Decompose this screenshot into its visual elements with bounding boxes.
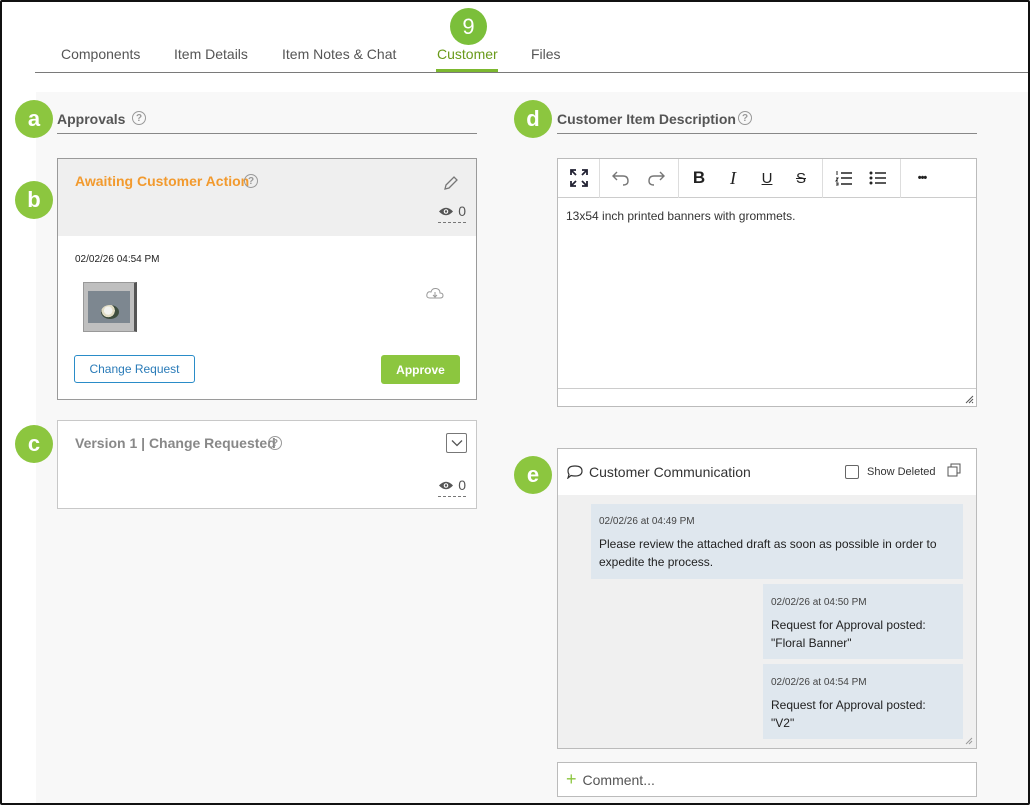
undo-button[interactable] — [611, 168, 631, 188]
callout-badge-d: d — [514, 100, 552, 138]
toolbar-separator — [822, 159, 823, 198]
approval-status-help-icon[interactable]: ? — [244, 174, 258, 188]
tab-files[interactable]: Files — [531, 46, 561, 62]
popout-window-icon[interactable] — [947, 463, 961, 477]
approvals-divider — [57, 133, 477, 134]
message-time: 02/02/26 at 04:50 PM — [771, 597, 867, 608]
view-count: 0 — [438, 203, 466, 223]
communication-header: Customer Communication Show Deleted — [558, 449, 976, 495]
comment-placeholder: Comment... — [582, 771, 655, 788]
approval-card-header: Awaiting Customer Action ? 0 — [58, 159, 476, 236]
ordered-list-button[interactable] — [834, 168, 854, 188]
description-editor: B I U S ••• 13x54 inch printed banners w… — [557, 158, 977, 407]
proof-thumbnail[interactable] — [83, 282, 137, 332]
version-view-count: 0 — [438, 477, 466, 497]
customer-communication-panel: Customer Communication Show Deleted 02/0… — [557, 448, 977, 749]
callout-badge-b: b — [15, 181, 53, 219]
resize-handle-icon[interactable] — [964, 736, 973, 745]
approval-status: Awaiting Customer Action — [75, 173, 250, 189]
description-help-icon[interactable]: ? — [738, 111, 752, 125]
toolbar-separator — [678, 159, 679, 198]
description-title: Customer Item Description — [557, 111, 736, 127]
redo-icon — [648, 171, 665, 186]
comment-input[interactable]: + Comment... — [557, 762, 977, 797]
ordered-list-icon — [835, 171, 852, 186]
message-text-line: Please review the attached draft as soon… — [599, 537, 937, 551]
message-bubble: 02/02/26 at 04:49 PM Please review the a… — [591, 504, 963, 579]
approval-timestamp: 02/02/26 04:54 PM — [75, 254, 160, 265]
underline-button[interactable]: U — [757, 168, 777, 188]
expand-toggle[interactable] — [446, 433, 467, 453]
active-tab-indicator — [436, 69, 498, 72]
redo-button[interactable] — [646, 168, 666, 188]
toolbar-separator — [599, 159, 600, 198]
cloud-download-icon[interactable] — [426, 287, 444, 301]
editor-toolbar: B I U S ••• — [558, 159, 976, 198]
editor-statusbar — [558, 388, 976, 406]
message-time: 02/02/26 at 04:49 PM — [599, 516, 695, 527]
show-deleted-label: Show Deleted — [867, 466, 936, 478]
approval-card-current: Awaiting Customer Action ? 0 02/02/26 04… — [57, 158, 477, 400]
bulleted-list-icon — [869, 171, 886, 185]
tab-components[interactable]: Components — [61, 46, 140, 62]
add-comment-plus-icon: + — [566, 769, 577, 789]
message-text-line: Request for Approval posted: — [771, 618, 926, 632]
italic-button[interactable]: I — [723, 168, 743, 188]
bulleted-list-button[interactable] — [868, 168, 888, 188]
edit-pencil-icon[interactable] — [441, 173, 461, 193]
bold-button[interactable]: B — [689, 168, 709, 188]
version-view-count-value: 0 — [458, 477, 466, 493]
version-title: Version 1 | Change Requested — [75, 435, 276, 451]
callout-badge-a: a — [15, 100, 53, 138]
show-deleted-toggle: Show Deleted — [845, 465, 936, 479]
chevron-down-icon — [451, 440, 462, 447]
tab-item-details[interactable]: Item Details — [174, 46, 248, 62]
chat-bubble-icon — [567, 465, 583, 479]
tab-bar: Components Item Details Item Notes & Cha… — [35, 0, 1028, 73]
eye-icon — [439, 481, 454, 489]
approve-button[interactable]: Approve — [381, 355, 460, 384]
show-deleted-checkbox[interactable] — [845, 465, 859, 479]
step-badge: 9 — [450, 8, 487, 45]
message-bubble: 02/02/26 at 04:50 PM Request for Approva… — [763, 584, 963, 659]
approvals-title: Approvals — [57, 111, 126, 127]
message-text-line: expedite the process. — [599, 555, 714, 569]
resize-handle-icon[interactable] — [964, 394, 974, 404]
toolbar-separator — [900, 159, 901, 198]
approval-card-version-1: Version 1 | Change Requested ? 0 — [57, 420, 477, 509]
floral-image — [101, 305, 119, 319]
message-text-line: Request for Approval posted: — [771, 698, 926, 712]
message-text-line: "Floral Banner" — [771, 636, 852, 650]
strikethrough-button[interactable]: S — [791, 168, 811, 188]
description-divider — [557, 133, 977, 134]
change-request-button[interactable]: Change Request — [74, 355, 195, 383]
version-help-icon[interactable]: ? — [268, 436, 282, 450]
view-count-value: 0 — [458, 203, 466, 219]
description-text[interactable]: 13x54 inch printed banners with grommets… — [566, 209, 795, 223]
message-text-line: "V2" — [771, 716, 795, 730]
message-time: 02/02/26 at 04:54 PM — [771, 677, 867, 688]
message-bubble: 02/02/26 at 04:54 PM Request for Approva… — [763, 664, 963, 739]
fullscreen-icon — [570, 169, 588, 187]
proof-thumbnail-image — [88, 291, 130, 323]
fullscreen-button[interactable] — [569, 168, 589, 188]
more-options-button[interactable]: ••• — [912, 168, 932, 188]
callout-badge-c: c — [15, 425, 53, 463]
approvals-help-icon[interactable]: ? — [132, 111, 146, 125]
tab-customer[interactable]: Customer — [437, 46, 498, 62]
undo-icon — [612, 171, 629, 186]
eye-icon — [439, 207, 454, 215]
tab-item-notes-chat[interactable]: Item Notes & Chat — [282, 46, 396, 62]
communication-title: Customer Communication — [589, 464, 751, 480]
callout-badge-e: e — [514, 456, 552, 494]
